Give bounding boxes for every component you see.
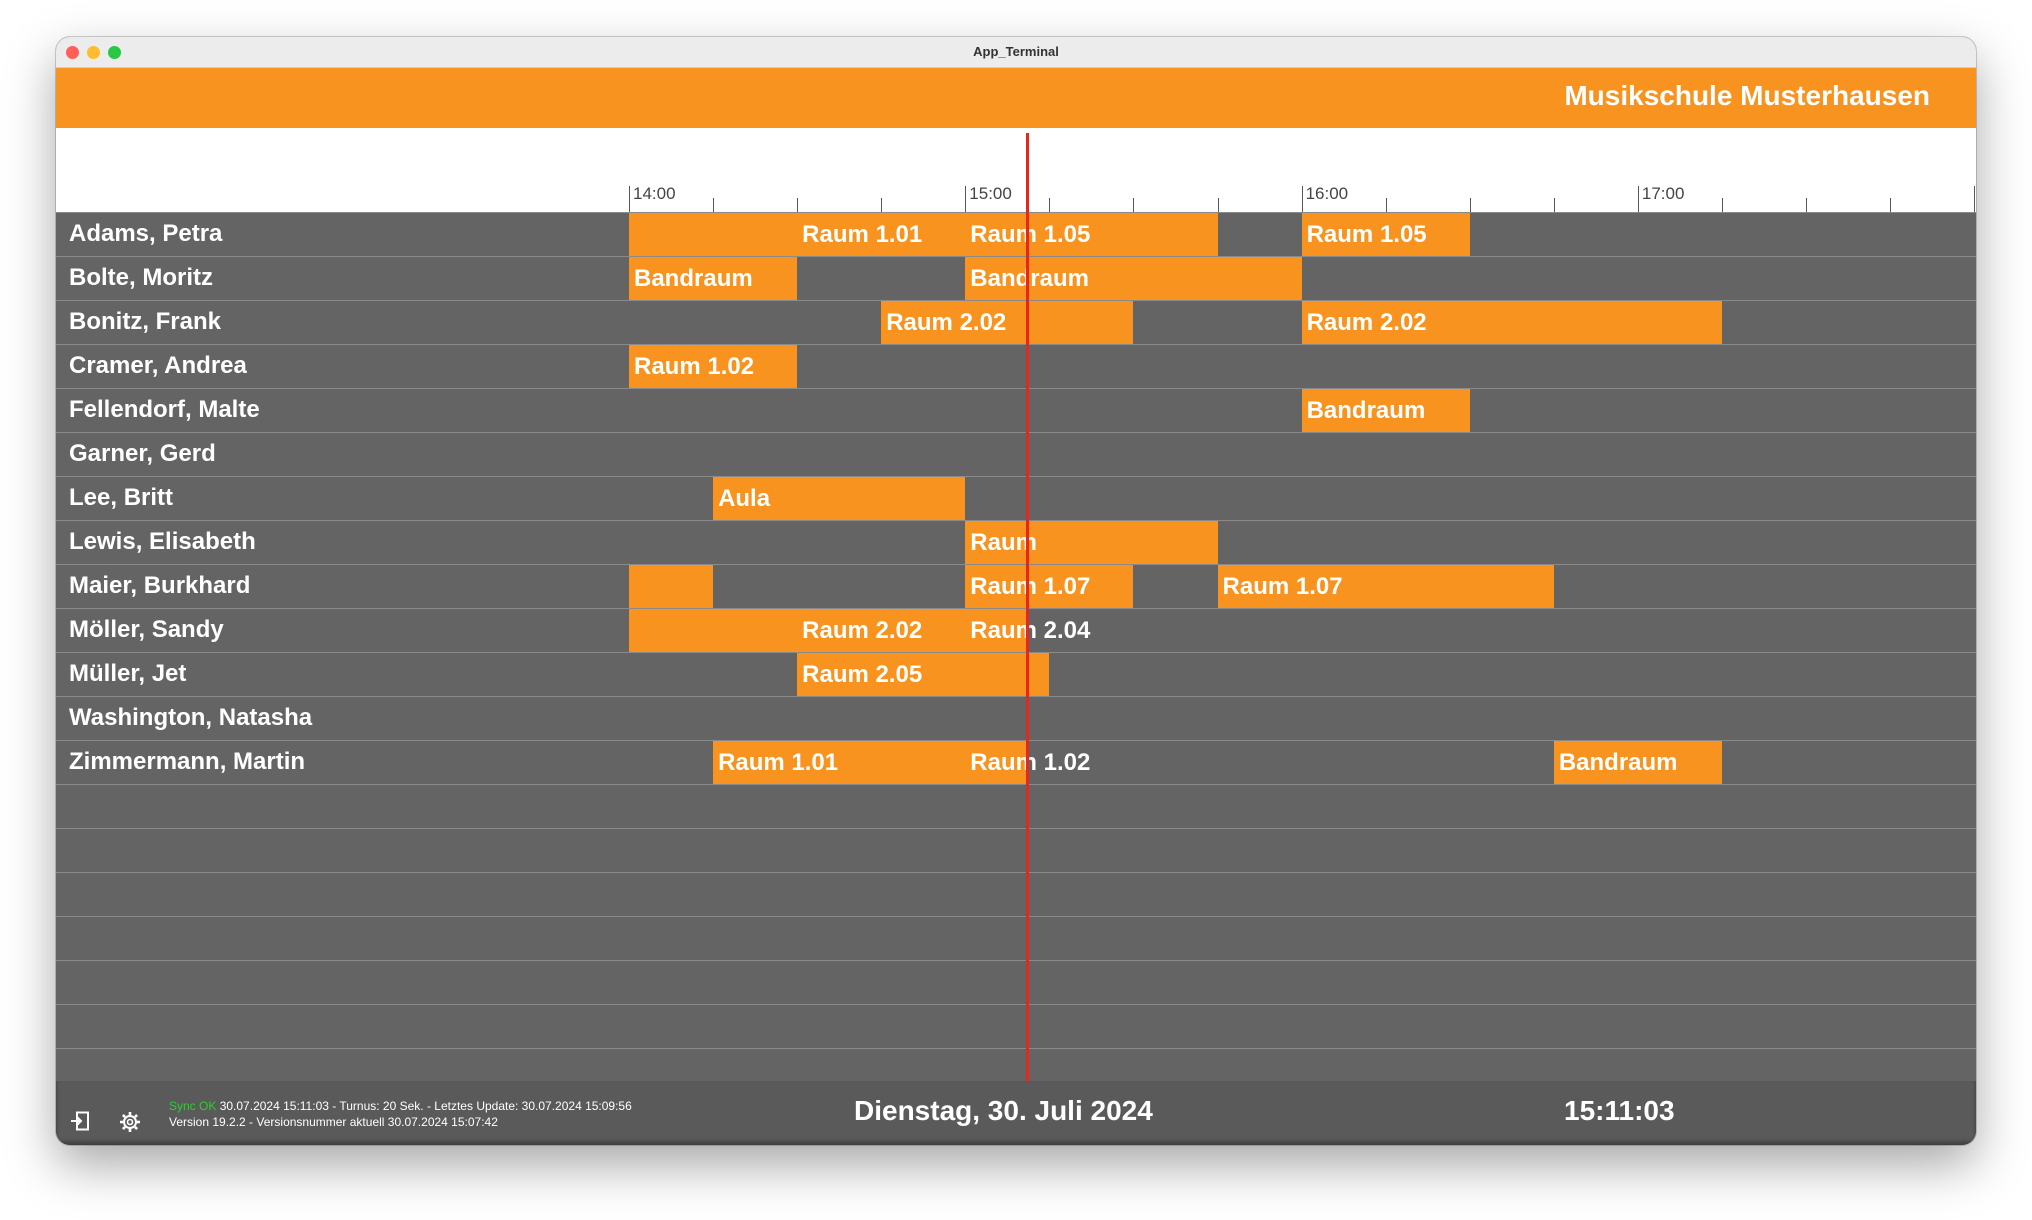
teacher-name: Lee, Britt [69, 484, 174, 511]
quarter-tick [1469, 198, 1471, 212]
quarter-tick [1133, 198, 1135, 212]
teacher-name: Maier, Burkhard [69, 572, 251, 599]
quarter-tick [1217, 198, 1219, 212]
quarter-tick [881, 198, 883, 212]
row-divider [56, 696, 1976, 697]
teacher-name: Bonitz, Frank [69, 308, 222, 335]
school-name: Musikschule Musterhausen [1564, 80, 1930, 111]
sync-details: 30.07.2024 15:11:03 - Turnus: 20 Sek. - … [219, 1099, 632, 1113]
lesson-room-label: Raum 2.04 [970, 617, 1091, 644]
hour-label: 17:00 [1641, 184, 1685, 203]
gear-icon[interactable] [119, 1111, 141, 1133]
teacher-name: Lewis, Elisabeth [69, 528, 256, 555]
quarter-tick [713, 198, 715, 212]
teacher-name: Müller, Jet [69, 660, 187, 687]
hour-tick [965, 186, 967, 212]
title-bar: App_Terminal [56, 37, 1976, 68]
lesson-room-label: Raum 1.05 [1306, 221, 1427, 248]
time-axis: 14:00 15:00 16:00 17:00 [56, 128, 1976, 212]
lesson-room-label: Raum 1.02 [970, 749, 1091, 776]
lesson-room-label: Raum 2.02 [1306, 309, 1427, 336]
sync-info-line: Sync OK 30.07.2024 15:11:03 - Turnus: 20… [169, 1099, 632, 1113]
current-time-line [1026, 133, 1030, 1113]
lesson-room-label: Raum 1.02 [634, 353, 755, 380]
schedule-grid: Raum 1.01 Raum 1.05 Raum 1.05 Adams, Petra B… [56, 212, 1976, 1110]
quarter-tick [1385, 198, 1387, 212]
lesson-room-label: Raum 1.07 [1222, 573, 1343, 600]
current-date: Dienstag, 30. Juli 2024 [854, 1095, 1153, 1126]
hour-tick [1637, 186, 1639, 212]
row-divider [56, 1004, 1976, 1005]
current-time: 15:11:03 [1564, 1095, 1675, 1126]
lesson-room-label: Bandraum [634, 265, 753, 292]
lesson-block[interactable] [629, 213, 798, 256]
row-divider [56, 432, 1976, 433]
quarter-tick [797, 198, 799, 212]
lesson-room-label: Raum 1.05 [970, 221, 1091, 248]
teacher-name: Fellendorf, Malte [69, 396, 260, 423]
lesson-room-label: Bandraum [1306, 397, 1426, 424]
row-divider [56, 784, 1976, 785]
lesson-block[interactable] [629, 609, 798, 652]
teacher-name: Cramer, Andrea [69, 352, 247, 379]
teacher-name: Washington, Natasha [69, 704, 313, 731]
teacher-name: Möller, Sandy [69, 616, 224, 643]
lesson-room-label: Raum 1.07 [970, 573, 1091, 600]
hour-label: 15:00 [969, 184, 1012, 203]
hour-tick [1974, 186, 1976, 212]
hour-label: 16:00 [1305, 184, 1349, 203]
window-title: App_Terminal [973, 44, 1059, 59]
teacher-name: Garner, Gerd [69, 440, 216, 467]
row-divider [56, 872, 1976, 873]
lesson-room-label: Raum 2.05 [802, 661, 923, 688]
sync-status: Sync OK [169, 1099, 217, 1113]
quarter-tick [1553, 198, 1555, 212]
teacher-name: Zimmermann, Martin [69, 748, 306, 775]
app-header: Musikschule Musterhausen [56, 68, 1976, 128]
lesson-room-label: Raum 2.02 [886, 309, 1007, 336]
app-window: App_Terminal Musikschule Musterhausen 14… [56, 37, 1976, 1145]
row-divider [56, 1048, 1976, 1049]
row-divider [56, 828, 1976, 829]
quarter-tick [1721, 198, 1723, 212]
quarter-tick [1890, 198, 1892, 212]
lesson-room-label: Bandraum [1558, 749, 1678, 776]
logout-icon[interactable] [70, 1111, 90, 1131]
teacher-name: Bolte, Moritz [69, 264, 213, 291]
quarter-tick [1049, 198, 1051, 212]
hour-tick [1301, 186, 1303, 212]
lesson-room-label: Aula [718, 485, 771, 512]
row-divider [56, 344, 1976, 345]
quarter-tick [1806, 198, 1808, 212]
lesson-room-label: Raum 1.01 [802, 221, 923, 248]
lesson-block[interactable] [629, 565, 714, 608]
version-info: Version 19.2.2 - Versionsnummer aktuell … [169, 1115, 498, 1129]
row-divider [56, 388, 1976, 389]
lesson-room-label: Raum 2.02 [802, 617, 923, 644]
teacher-name: Adams, Petra [69, 220, 223, 247]
row-divider [56, 960, 1976, 961]
lesson-room-label: Bandraum [970, 265, 1089, 292]
hour-tick [629, 186, 630, 212]
hour-label: 14:00 [633, 184, 676, 203]
row-divider [56, 476, 1976, 477]
row-divider [56, 916, 1976, 917]
lesson-room-label: Raum 1.01 [718, 749, 839, 776]
